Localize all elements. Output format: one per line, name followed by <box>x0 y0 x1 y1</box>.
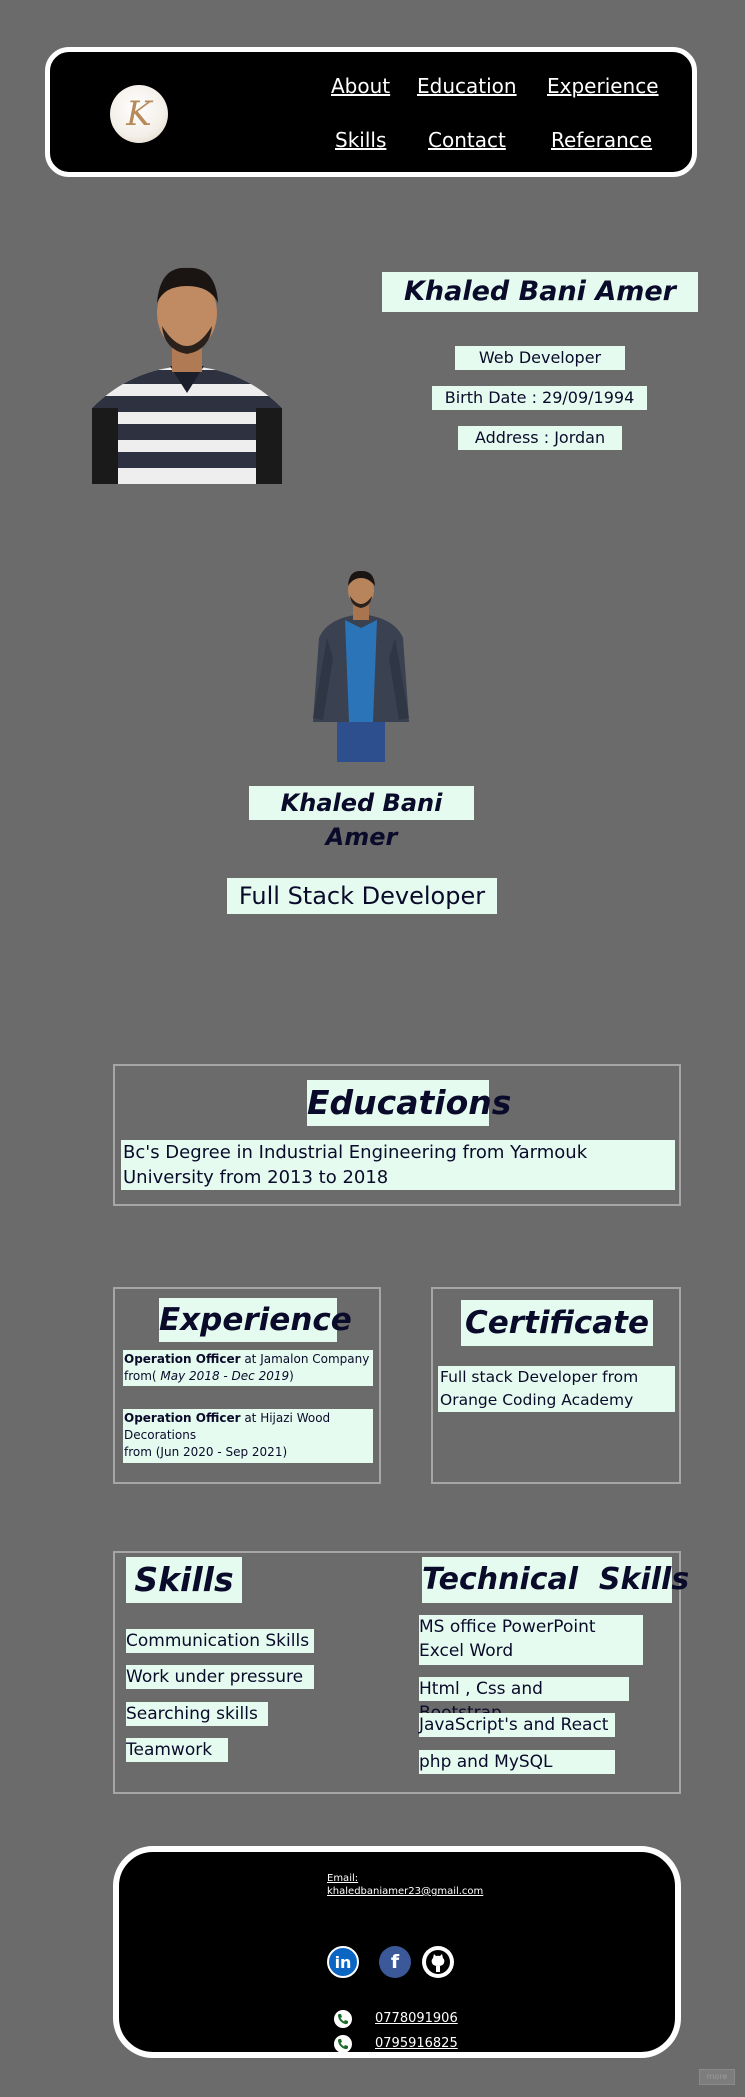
skills-heading: Skills <box>126 1557 242 1603</box>
certificate-section: Certificate Full stack Developer from Or… <box>431 1287 681 1484</box>
skills-section: Skills Communication Skills Work under p… <box>113 1551 689 1794</box>
navbar: K About Education Experience Skills Cont… <box>45 47 697 177</box>
education-section: Educations Bc's Degree in Industrial Eng… <box>113 1064 681 1206</box>
email-label: Email: <box>327 1873 359 1884</box>
technical-skills-heading: Technical Skills <box>422 1557 689 1603</box>
nav-link-experience[interactable]: Experience <box>547 74 659 98</box>
education-heading: Educations <box>307 1080 511 1126</box>
job-1-from-suffix: ) <box>289 1369 294 1383</box>
job-1-from-prefix: from( <box>124 1369 157 1383</box>
logo-letter: K <box>126 94 152 134</box>
job-1-dates: May 2018 - Dec 2019 <box>156 1369 290 1383</box>
experience-job-1: Operation Officer at Jamalon Company fro… <box>123 1350 373 1386</box>
hero-title: Full Stack Developer <box>227 878 497 914</box>
hero-photo <box>305 568 417 762</box>
hero-name: Khaled Bani Amer <box>249 786 474 851</box>
technical-item-2: Html , Css and Bootstrap <box>419 1677 629 1723</box>
technical-item-3: JavaScript's and React <box>419 1713 615 1737</box>
facebook-glyph: f <box>390 1951 400 1973</box>
nav-link-referance[interactable]: Referance <box>551 128 652 152</box>
email-link[interactable]: khaledbaniamer23@gmail.com <box>327 1886 483 1897</box>
nav-link-education[interactable]: Education <box>417 74 517 98</box>
job-1-company: at Jamalon Company <box>240 1352 370 1366</box>
profile-photo <box>92 258 282 484</box>
phone-icon <box>334 2010 352 2028</box>
job-1-title: Operation Officer <box>124 1352 241 1366</box>
footer: Email: khaledbaniamer23@gmail.com in f 0… <box>113 1846 681 2058</box>
nav-link-skills[interactable]: Skills <box>335 128 386 152</box>
job-2-dates: from (Jun 2020 - Sep 2021) <box>124 1445 288 1459</box>
github-icon[interactable] <box>422 1946 454 1978</box>
nav-link-about[interactable]: About <box>331 74 390 98</box>
phone-link-1[interactable]: 0778091906 <box>375 2011 458 2026</box>
technical-item-4: php and MySQL <box>419 1750 615 1774</box>
profile-address: Address : Jordan <box>458 426 622 450</box>
education-text: Bc's Degree in Industrial Engineering fr… <box>121 1140 675 1190</box>
corner-badge[interactable]: more <box>699 2069 735 2085</box>
linkedin-icon[interactable]: in <box>327 1946 359 1978</box>
skill-item-4: Teamwork <box>126 1738 228 1762</box>
profile-role: Web Developer <box>455 346 625 370</box>
technical-item-1: MS office PowerPoint Excel Word <box>419 1615 643 1665</box>
experience-job-2: Operation Officer at Hijazi Wood Decorat… <box>123 1409 373 1463</box>
nav-link-contact[interactable]: Contact <box>428 128 506 152</box>
certificate-text: Full stack Developer from Orange Coding … <box>438 1366 675 1412</box>
facebook-icon[interactable]: f <box>379 1946 411 1978</box>
profile-birth-date: Birth Date : 29/09/1994 <box>432 386 647 410</box>
job-2-title: Operation Officer <box>124 1411 241 1425</box>
profile-name: Khaled Bani Amer <box>382 272 698 312</box>
skill-item-1: Communication Skills <box>126 1629 314 1653</box>
phone-link-2[interactable]: 0795916825 <box>375 2036 458 2051</box>
certificate-heading: Certificate <box>461 1300 653 1346</box>
experience-section: Experience Operation Officer at Jamalon … <box>113 1287 381 1484</box>
phone-icon <box>334 2035 352 2053</box>
experience-heading: Experience <box>159 1298 352 1342</box>
skill-item-2: Work under pressure <box>126 1665 314 1689</box>
logo[interactable]: K <box>110 85 168 143</box>
skill-item-3: Searching skills <box>126 1702 268 1726</box>
linkedin-glyph: in <box>334 1952 352 1972</box>
